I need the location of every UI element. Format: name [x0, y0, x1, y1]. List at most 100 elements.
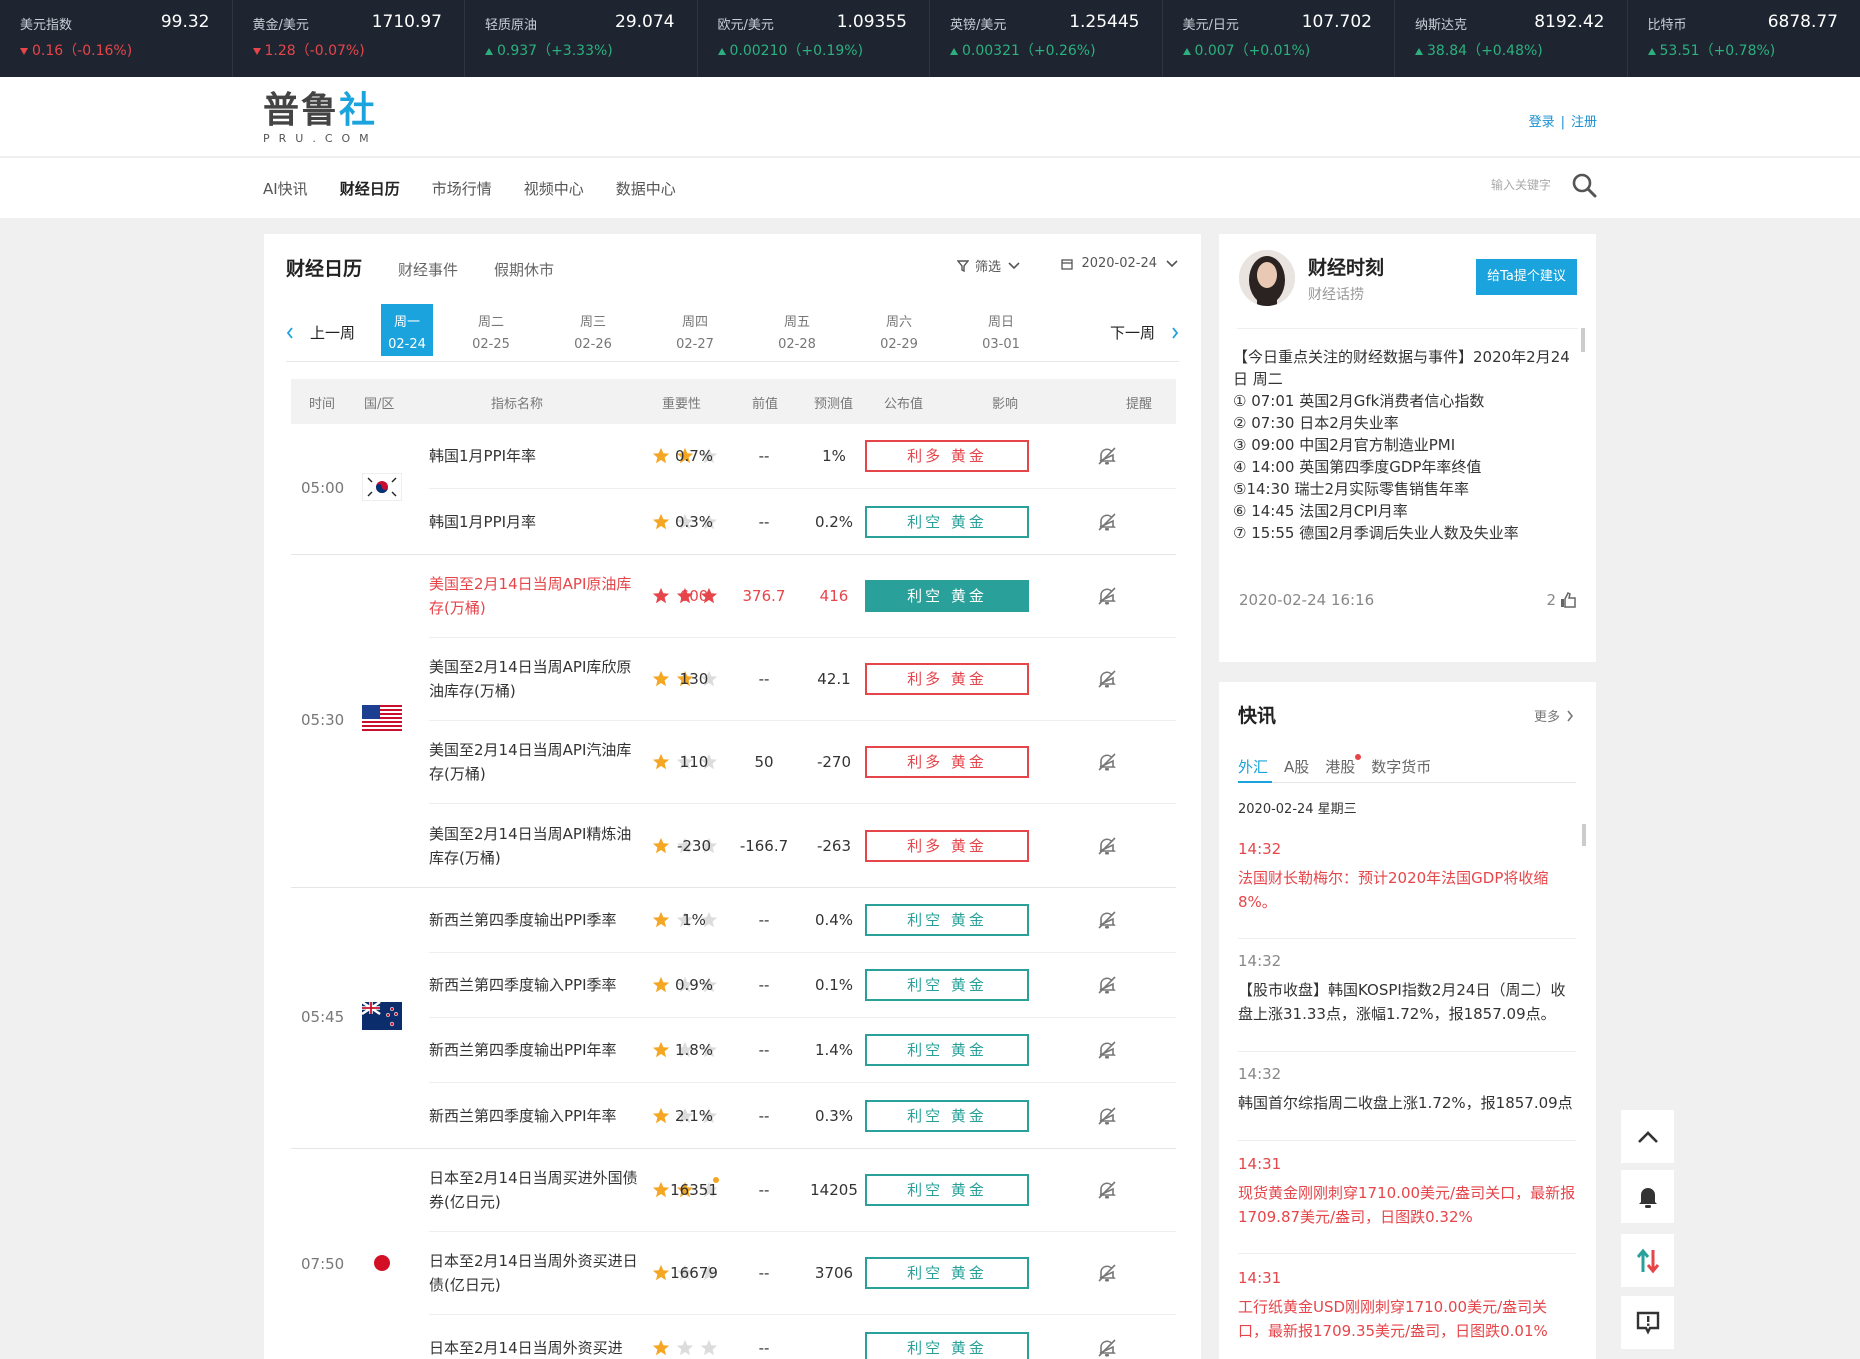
nav-item-market[interactable]: 市场行情 — [432, 178, 492, 199]
col-actual: 公布值 — [884, 397, 924, 412]
site-logo[interactable]: 普鲁社 PRU.COM — [263, 91, 378, 146]
ticker-item[interactable]: 英镑/美元 1.25445 0.00321（+0.26%) — [930, 0, 1163, 77]
prev-week-button[interactable]: 上一周 — [286, 322, 355, 343]
news-tabs: 外汇 A股 港股 数字货币 — [1238, 754, 1431, 777]
indicator-name[interactable]: 新西兰第四季度输入PPI季率 — [429, 973, 639, 997]
table-row[interactable]: 韩国1月PPI月率 0.3% -- 0.2% 利空 黄金 — [429, 489, 1176, 554]
tab-holidays[interactable]: 假期休市 — [494, 259, 554, 280]
indicator-name[interactable]: 日本至2月14日当周外资买进 — [429, 1336, 639, 1359]
chevron-right-icon — [1172, 326, 1179, 339]
reminder-bell-icon[interactable] — [1097, 910, 1117, 930]
feedback-button[interactable] — [1621, 1296, 1674, 1349]
tab-hk-stock[interactable]: 港股 — [1325, 754, 1362, 777]
indicator-name[interactable]: 新西兰第四季度输入PPI年率 — [429, 1104, 639, 1128]
event-time: 05:30 — [301, 711, 345, 729]
avatar[interactable] — [1239, 250, 1295, 306]
indicator-name[interactable]: 美国至2月14日当周API库欣原油库存(万桶) — [429, 655, 639, 703]
day-mon[interactable]: 周一 02-24 — [381, 304, 433, 356]
reminder-bell-icon[interactable] — [1097, 1040, 1117, 1060]
table-row[interactable]: 美国至2月14日当周API汽油库存(万桶) 110 50 -270 利多 黄金 — [429, 721, 1176, 804]
ticker-change: 0.16（-0.16%) — [20, 40, 132, 60]
table-row[interactable]: 新西兰第四季度输出PPI季率 1% -- 0.4% 利空 黄金 — [429, 888, 1176, 953]
reminder-bell-icon[interactable] — [1097, 836, 1117, 856]
reminder-bell-icon[interactable] — [1097, 975, 1117, 995]
tab-crypto[interactable]: 数字货币 — [1371, 756, 1431, 777]
previous-value: 2.1% — [674, 1106, 714, 1125]
day-tue[interactable]: 周二 02-25 — [465, 304, 517, 356]
notification-button[interactable] — [1621, 1170, 1674, 1223]
suggest-button[interactable]: 给Ta提个建议 — [1476, 259, 1577, 295]
trade-button[interactable] — [1621, 1234, 1674, 1287]
tab-forex[interactable]: 外汇 — [1238, 756, 1268, 777]
news-item[interactable]: 14:32 法国财长勒梅尔：预计2020年法国GDP将收缩8%。 — [1238, 840, 1576, 939]
date-picker[interactable]: 2020-02-24 — [1061, 256, 1179, 271]
scrollbar[interactable] — [1582, 824, 1586, 846]
reminder-bell-icon[interactable] — [1097, 1106, 1117, 1126]
reminder-bell-icon[interactable] — [1097, 1263, 1117, 1283]
indicator-name[interactable]: 新西兰第四季度输出PPI年率 — [429, 1038, 639, 1062]
indicator-name[interactable]: 美国至2月14日当周API精炼油库存(万桶) — [429, 822, 639, 870]
ticker-item[interactable]: 黄金/美元 1710.97 1.28（-0.07%) — [233, 0, 465, 77]
indicator-name[interactable]: 韩国1月PPI月率 — [429, 510, 639, 534]
calendar-panel: 财经日历 财经事件 假期休市 筛选 2020-02-24 上一周 周一 02-24… — [264, 234, 1201, 1359]
news-item[interactable]: 14:31 工行纸黄金USD刚刚刺穿1710.00美元/盎司关口，最新报1709.… — [1238, 1269, 1576, 1359]
reminder-bell-icon[interactable] — [1097, 512, 1117, 532]
more-link[interactable]: 更多 — [1534, 706, 1574, 725]
next-week-button[interactable]: 下一周 — [1110, 322, 1179, 343]
tab-a-share[interactable]: A股 — [1284, 756, 1309, 777]
table-row[interactable]: 日本至2月14日当周外资买进日债(亿日元) 16679 -- 3706 利空 黄… — [429, 1232, 1176, 1315]
reminder-bell-icon[interactable] — [1097, 446, 1117, 466]
indicator-name[interactable]: 日本至2月14日当周外资买进日债(亿日元) — [429, 1249, 639, 1297]
indicator-name[interactable]: 韩国1月PPI年率 — [429, 444, 639, 468]
table-row[interactable]: 日本至2月14日当周买进外国债券(亿日元) 16351 -- 14205 利空 … — [429, 1149, 1176, 1232]
day-wed[interactable]: 周三 02-26 — [567, 304, 619, 356]
like-count[interactable]: 2 — [1546, 591, 1576, 609]
table-row[interactable]: 美国至2月14日当周API精炼油库存(万桶) -230 -166.7 -263 … — [429, 804, 1176, 887]
day-fri[interactable]: 周五 02-28 — [771, 304, 823, 356]
table-row[interactable]: 日本至2月14日当周外资买进 -- 利空 黄金 — [429, 1315, 1176, 1359]
table-row[interactable]: 新西兰第四季度输出PPI年率 1.8% -- 1.4% 利空 黄金 — [429, 1018, 1176, 1083]
nav-item-calendar[interactable]: 财经日历 — [340, 178, 400, 199]
news-item[interactable]: 14:31 现货黄金刚刚刺穿1710.00美元/盎司关口，最新报1709.87美元… — [1238, 1155, 1576, 1254]
table-row[interactable]: 新西兰第四季度输入PPI年率 2.1% -- 0.3% 利空 黄金 — [429, 1083, 1176, 1148]
register-link[interactable]: 注册 — [1571, 115, 1597, 130]
indicator-name[interactable]: 美国至2月14日当周API原油库存(万桶) — [429, 572, 639, 620]
nav-item-video[interactable]: 视频中心 — [524, 178, 584, 199]
day-thu[interactable]: 周四 02-27 — [669, 304, 721, 356]
table-row[interactable]: 美国至2月14日当周API原油库存(万桶) 600 376.7 416 利空 黄… — [429, 555, 1176, 638]
arrow-up-icon — [485, 47, 493, 55]
ticker-item[interactable]: 美元指数 99.32 0.16（-0.16%) — [0, 0, 233, 77]
filter-dropdown[interactable]: 筛选 — [956, 256, 1021, 275]
ticker-item[interactable]: 轻质原油 29.074 0.937（+3.33%) — [465, 0, 698, 77]
scrollbar[interactable] — [1581, 328, 1585, 352]
ticker-item[interactable]: 比特币 6878.77 53.51（+0.78%) — [1628, 0, 1860, 77]
table-row[interactable]: 新西兰第四季度输入PPI季率 0.9% -- 0.1% 利空 黄金 — [429, 953, 1176, 1018]
news-item[interactable]: 14:32 韩国首尔综指周二收盘上涨1.72%，报1857.09点 — [1238, 1065, 1576, 1141]
tab-events[interactable]: 财经事件 — [398, 259, 458, 280]
table-row[interactable]: 韩国1月PPI年率 0.7% -- 1% 利多 黄金 — [429, 424, 1176, 489]
indicator-name[interactable]: 美国至2月14日当周API汽油库存(万桶) — [429, 738, 639, 786]
ticker-item[interactable]: 欧元/美元 1.09355 0.00210（+0.19%) — [698, 0, 930, 77]
nav-item-data[interactable]: 数据中心 — [616, 178, 676, 199]
reminder-bell-icon[interactable] — [1097, 586, 1117, 606]
search-icon[interactable] — [1571, 172, 1597, 198]
finance-moment-card: 财经时刻 财经话捞 给Ta提个建议 【今日重点关注的财经数据与事件】2020年2… — [1219, 234, 1596, 662]
table-row[interactable]: 美国至2月14日当周API库欣原油库存(万桶) 130 -- 42.1 利多 黄… — [429, 638, 1176, 721]
search-input[interactable] — [1491, 178, 1571, 192]
reminder-bell-icon[interactable] — [1097, 752, 1117, 772]
reminder-bell-icon[interactable] — [1097, 1180, 1117, 1200]
previous-value: 600 — [679, 587, 709, 605]
nav-item-ai-news[interactable]: AI快讯 — [263, 178, 308, 199]
ticker-item[interactable]: 美元/日元 107.702 0.007（+0.01%) — [1163, 0, 1395, 77]
reminder-bell-icon[interactable] — [1097, 1338, 1117, 1358]
login-link[interactable]: 登录 — [1529, 115, 1555, 130]
ticker-item[interactable]: 纳斯达克 8192.42 38.84（+0.48%) — [1395, 0, 1628, 77]
news-item[interactable]: 14:32 【股市收盘】韩国KOSPI指数2月24日（周二）收盘上涨31.33点，… — [1238, 952, 1576, 1052]
indicator-name[interactable]: 新西兰第四季度输出PPI季率 — [429, 908, 639, 932]
indicator-name[interactable]: 日本至2月14日当周买进外国债券(亿日元) — [429, 1166, 639, 1214]
calendar-table-body: 05:00 韩国1月PPI年率 0.7% -- 1% 利多 黄金 韩国1月PPI… — [291, 424, 1176, 1359]
reminder-bell-icon[interactable] — [1097, 669, 1117, 689]
day-sun[interactable]: 周日 03-01 — [975, 304, 1027, 356]
day-sat[interactable]: 周六 02-29 — [873, 304, 925, 356]
back-to-top-button[interactable] — [1621, 1110, 1674, 1163]
